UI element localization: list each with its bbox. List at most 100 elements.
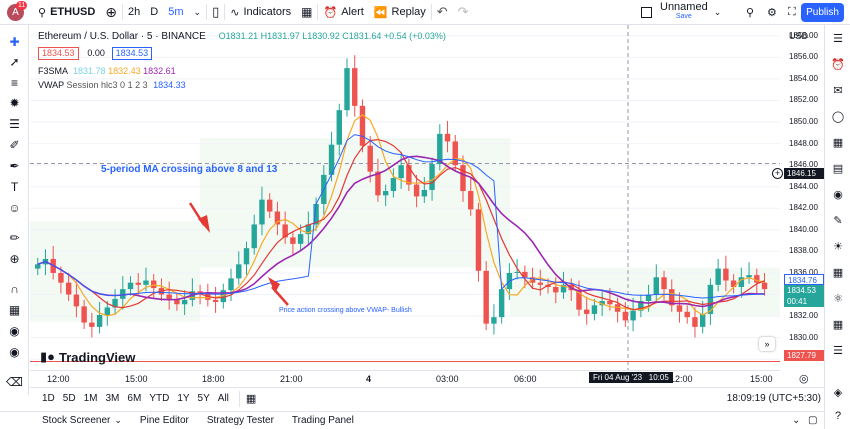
indicators-button[interactable]: ∿ Indicators — [225, 0, 296, 25]
add-alert-plus-icon[interactable]: + — [772, 168, 783, 179]
lock-drawings-icon[interactable]: ▦ — [6, 302, 23, 319]
indicators-label: Indicators — [243, 6, 292, 18]
candle-body — [336, 110, 342, 145]
tab-pine-editor[interactable]: Pine Editor — [131, 415, 198, 426]
replay-button[interactable]: ⏪ Replay — [369, 0, 431, 25]
publish-button[interactable]: Publish — [801, 3, 844, 22]
ideas-bulb-icon[interactable]: ☀ — [830, 239, 846, 255]
text-icon[interactable]: T — [6, 179, 23, 196]
chevron-down-icon[interactable]: ⌄ — [189, 0, 207, 25]
emoji-icon[interactable]: ☺ — [6, 200, 23, 217]
range-1y-button[interactable]: 1Y — [173, 393, 193, 404]
range-ytd-button[interactable]: YTD — [145, 393, 173, 404]
chat-bubble-icon[interactable]: ✎ — [830, 213, 846, 229]
range-5y-button[interactable]: 5Y — [194, 393, 214, 404]
magnet-icon[interactable]: ∩ — [6, 281, 23, 298]
price-axis[interactable]: USD 1858.00 1856.00 1854.00 1852.00 1850.00 1… — [783, 25, 824, 370]
alerts-clock-icon[interactable]: ⏰ — [830, 57, 846, 73]
price-tick: 1838.00 — [789, 246, 818, 256]
templates-grid-icon[interactable]: ▦ — [296, 0, 317, 25]
watchlist-icon[interactable]: ☰ — [830, 31, 846, 47]
fib-icon[interactable]: ☰ — [6, 116, 23, 133]
screener-icon[interactable]: ▦ — [830, 265, 846, 281]
fullscreen-icon[interactable]: ⛶ — [783, 0, 801, 25]
crosshair-icon[interactable]: ✚ — [6, 34, 23, 51]
ruler-icon[interactable]: ✏ — [6, 230, 23, 247]
range-6m-button[interactable]: 6M — [123, 393, 145, 404]
candle-body — [754, 275, 760, 283]
layout-status: Save — [675, 13, 692, 20]
annotation-arrowhead — [268, 277, 280, 293]
time-axis[interactable]: 12:00 15:00 18:00 21:00 4 03:00 06:00 12… — [30, 370, 780, 386]
brush-icon[interactable]: ✐ — [6, 137, 23, 154]
crosshair-price-label: 1846.15 — [784, 168, 824, 179]
alert-button[interactable]: ⏰ Alert — [318, 0, 368, 25]
redo-icon[interactable]: ↷ — [453, 0, 474, 25]
time-tick: 18:00 — [202, 374, 225, 384]
pattern-icon[interactable]: ✹ — [6, 95, 23, 112]
gear-icon[interactable]: ⚙ — [762, 0, 782, 25]
buy-price-button[interactable]: 1834.53 — [111, 47, 153, 60]
candle-body — [583, 309, 590, 314]
tab-stock-screener[interactable]: Stock Screener ⌄ — [33, 415, 131, 426]
interval-5m-button[interactable]: 5m — [163, 0, 188, 25]
time-axis-settings-icon[interactable]: ◎ — [799, 372, 809, 385]
help-icon[interactable]: ? — [830, 408, 846, 424]
goto-date-icon[interactable]: ▦ — [246, 392, 256, 405]
news-icon[interactable]: ▤ — [830, 161, 846, 177]
candle-body — [236, 264, 242, 279]
notifications-icon[interactable]: ⚛ — [830, 291, 846, 307]
horizontal-lines-icon[interactable]: ≡ — [6, 75, 23, 92]
symbol-title[interactable]: Ethereum / U.S. Dollar · 5 · BINANCE — [38, 31, 206, 42]
undo-icon[interactable]: ↶ — [432, 0, 453, 25]
candle-body — [367, 145, 373, 172]
tab-strategy-tester[interactable]: Strategy Tester — [198, 415, 283, 426]
eye-icon[interactable]: ◉ — [6, 344, 23, 361]
trend-line-icon[interactable]: ➚ — [6, 54, 23, 71]
trash-icon[interactable]: ⌫ — [6, 374, 23, 391]
pen-icon[interactable]: ✒ — [6, 158, 23, 175]
ideas-icon[interactable]: ◯ — [830, 109, 846, 125]
zoom-in-icon[interactable]: ⊕ — [6, 251, 23, 268]
sell-price-button[interactable]: 1834.53 — [38, 47, 79, 60]
lock-icon[interactable]: ◉ — [6, 323, 23, 340]
tradingview-wordmark: TradingView — [59, 349, 136, 365]
candle-body — [259, 199, 265, 225]
interval-2h-button[interactable]: 2h — [123, 0, 145, 25]
price-tick: 1832.00 — [789, 311, 818, 321]
indicator-sma-name[interactable]: F3SMA — [38, 66, 68, 76]
maximize-panel-icon[interactable]: ▢ — [808, 415, 817, 426]
layout-save-button[interactable]: Unnamed Save ⌄ — [636, 0, 726, 25]
interval-d-button[interactable]: D — [145, 0, 163, 25]
clock-timezone[interactable]: 18:09:19 (UTC+5:30) — [727, 393, 821, 404]
tab-trading-panel[interactable]: Trading Panel — [283, 415, 363, 426]
time-tick: 21:00 — [280, 374, 303, 384]
calendar-icon[interactable]: ▦ — [830, 135, 846, 151]
candle-type-icon[interactable]: ▯ — [207, 0, 224, 25]
scroll-to-latest-icon[interactable]: » — [759, 337, 775, 351]
candle-body — [692, 317, 698, 327]
ohlc-high: H1831.97 — [260, 31, 300, 41]
range-all-button[interactable]: All — [214, 393, 233, 404]
candle-body — [251, 224, 257, 249]
layers-icon[interactable]: ◈ — [830, 385, 846, 401]
compare-add-icon[interactable]: ⊕ — [100, 0, 122, 25]
range-1d-button[interactable]: 1D — [38, 393, 59, 404]
indicator-vwap-name[interactable]: VWAP — [38, 80, 64, 90]
price-tick: 1856.00 — [789, 52, 818, 62]
candle-body — [135, 282, 141, 285]
candle-body — [676, 305, 683, 312]
symbol-label: ETHUSD — [50, 6, 96, 18]
range-1m-button[interactable]: 1M — [80, 393, 102, 404]
order-panel-icon[interactable]: ▦ — [830, 317, 846, 333]
symbol-search[interactable]: ⚲ ETHUSD — [33, 0, 100, 25]
notification-badge: 11 — [16, 1, 28, 10]
chat-icon[interactable]: ✉ — [830, 83, 846, 99]
candle-body — [498, 289, 505, 318]
dom-icon[interactable]: ☰ — [830, 343, 846, 359]
streams-icon[interactable]: ◉ — [830, 187, 846, 203]
quick-search-icon[interactable]: ⚲ — [741, 0, 759, 25]
chevron-down-icon[interactable]: ⌄ — [792, 415, 800, 426]
range-3m-button[interactable]: 3M — [102, 393, 124, 404]
range-5d-button[interactable]: 5D — [59, 393, 80, 404]
